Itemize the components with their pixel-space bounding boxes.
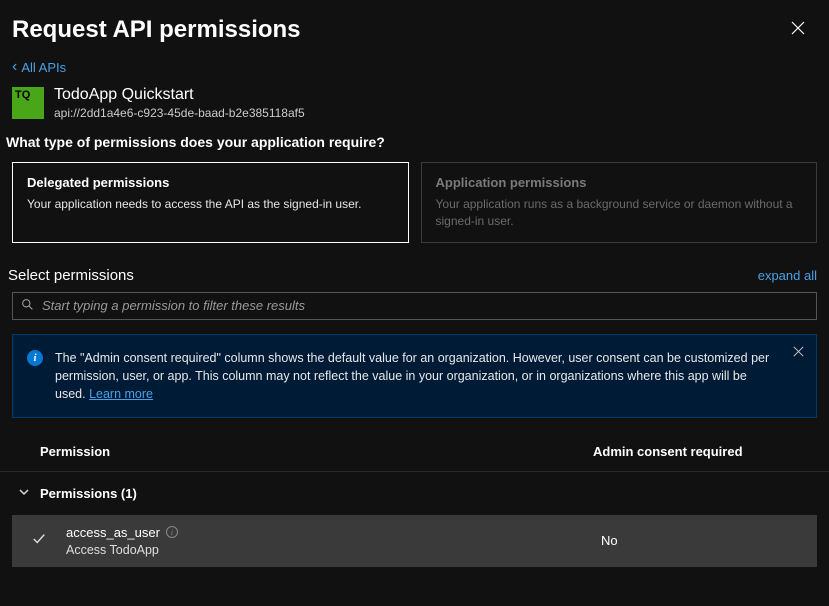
permission-search-input[interactable] [42,298,808,313]
banner-close-icon[interactable] [793,345,804,360]
app-name: TodoApp Quickstart [54,86,305,104]
select-permissions-heading: Select permissions [8,267,134,284]
permission-info-icon[interactable]: i [166,526,178,538]
column-admin-consent: Admin consent required [593,444,813,459]
app-header: TQ TodoApp Quickstart api://2dd1a4e6-c92… [0,82,829,134]
delegated-card-desc: Your application needs to access the API… [27,196,394,213]
expand-all-link[interactable]: expand all [758,268,817,283]
close-icon[interactable] [787,17,809,44]
page-title: Request API permissions [12,16,301,44]
search-icon [21,298,34,314]
permissions-group-title: Permissions (1) [40,486,137,501]
permission-row[interactable]: access_as_user i Access TodoApp No [12,515,817,567]
permissions-group-toggle[interactable]: Permissions (1) [0,472,829,515]
back-all-apis-link[interactable]: All APIs [0,52,78,82]
info-icon: i [27,350,43,366]
delegated-permissions-card[interactable]: Delegated permissions Your application n… [12,162,409,243]
permission-admin-consent-value: No [601,533,801,548]
delegated-card-title: Delegated permissions [27,175,394,190]
permission-name: access_as_user [66,525,160,540]
column-permission: Permission [40,444,593,459]
admin-consent-info-banner: i The "Admin consent required" column sh… [12,334,817,418]
app-badge: TQ [12,87,44,119]
permission-description: Access TodoApp [66,543,601,557]
permissions-table-header: Permission Admin consent required [0,436,829,472]
application-permissions-card[interactable]: Application permissions Your application… [421,162,818,243]
application-card-title: Application permissions [436,175,803,190]
permission-type-question: What type of permissions does your appli… [0,134,829,162]
permission-checkmark-icon[interactable] [32,532,60,549]
permission-search-box[interactable] [12,292,817,320]
info-banner-text: The "Admin consent required" column show… [55,349,780,403]
application-card-desc: Your application runs as a background se… [436,196,803,230]
learn-more-link[interactable]: Learn more [89,387,153,401]
chevron-down-icon [18,486,30,501]
app-uri: api://2dd1a4e6-c923-45de-baad-b2e385118a… [54,106,305,120]
